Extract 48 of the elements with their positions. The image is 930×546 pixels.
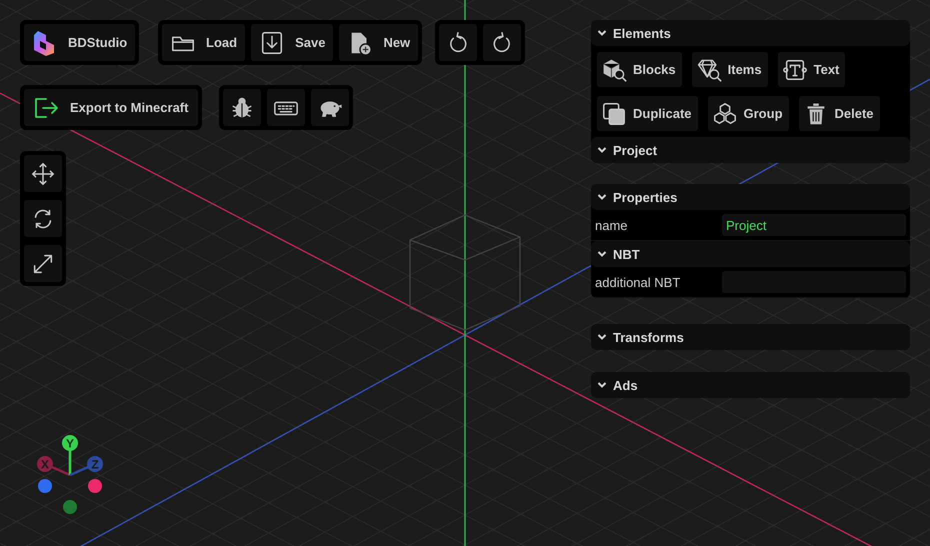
undo-button[interactable] — [439, 24, 477, 61]
gem-search-icon — [696, 56, 722, 82]
section-header[interactable]: Elements — [591, 20, 910, 46]
redo-button[interactable] — [483, 24, 521, 61]
blocks-button[interactable]: Blocks — [597, 52, 682, 87]
items-button[interactable]: Items — [692, 52, 768, 87]
chevron-icon — [597, 250, 607, 258]
axis-dot[interactable] — [38, 479, 52, 493]
section-header[interactable]: Properties — [591, 184, 910, 210]
export-button[interactable]: Export to Minecraft — [24, 89, 198, 126]
chevron-icon — [597, 146, 607, 154]
axis-handle[interactable] — [87, 456, 103, 472]
cubes-icon — [712, 100, 738, 126]
axis-label: Y — [66, 436, 74, 450]
rotate-tool-button[interactable] — [24, 200, 62, 237]
chevron-icon — [597, 29, 607, 37]
group-button[interactable]: Group — [708, 96, 789, 131]
field-label: name — [595, 218, 629, 232]
section-header[interactable]: Ads — [591, 372, 910, 398]
donate-button[interactable] — [311, 89, 349, 126]
new-button[interactable]: New — [339, 24, 418, 61]
move-arrows-icon — [30, 160, 56, 186]
axis-dot[interactable] — [88, 479, 102, 493]
axis-handle[interactable] — [37, 456, 53, 472]
text-button[interactable]: Text — [778, 52, 846, 87]
shortcuts-button[interactable] — [267, 89, 305, 126]
chevron-icon — [597, 333, 607, 341]
brand-label: BDStudio — [24, 24, 136, 61]
delete-button[interactable]: Delete — [798, 96, 880, 131]
duplicate-icon — [601, 100, 627, 126]
cube-search-icon — [601, 56, 627, 82]
chevron-icon — [597, 381, 607, 389]
chevron-icon — [597, 193, 607, 201]
debug-button[interactable] — [223, 89, 261, 126]
axis-handle[interactable] — [62, 435, 78, 451]
field-label: additional NBT — [595, 274, 682, 290]
section-header[interactable]: NBT — [591, 241, 910, 267]
text-input[interactable]: Project — [722, 214, 906, 236]
section-header[interactable]: Project — [591, 137, 910, 163]
move-tool-button[interactable] — [24, 155, 62, 192]
section-header[interactable]: Transforms — [591, 324, 910, 350]
scale-tool-button[interactable] — [24, 245, 62, 282]
load-button[interactable]: Load — [162, 24, 246, 61]
axis-label: Z — [91, 458, 99, 472]
axis-dot[interactable] — [63, 500, 77, 514]
save-button[interactable]: Save — [251, 24, 334, 61]
duplicate-button[interactable]: Duplicate — [597, 96, 698, 131]
axis-label: X — [41, 458, 49, 472]
